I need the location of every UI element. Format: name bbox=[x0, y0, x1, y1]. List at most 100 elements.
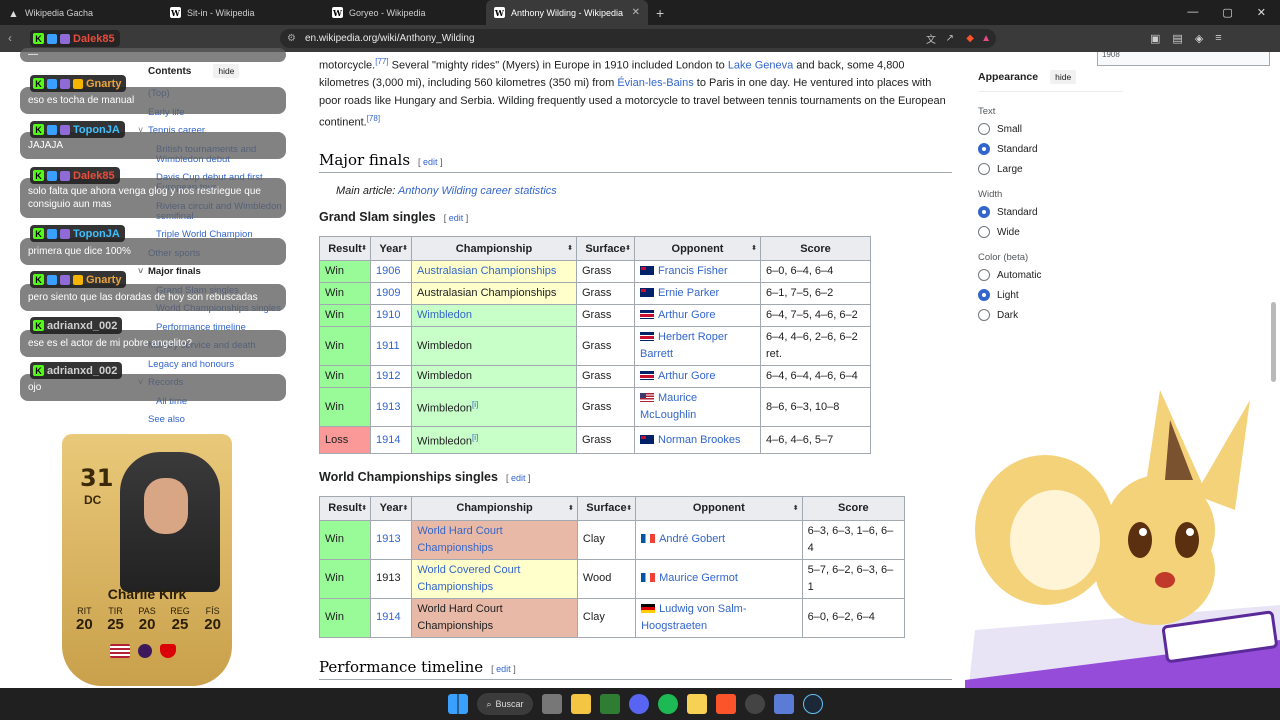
toc-item[interactable]: Major finals bbox=[138, 266, 290, 277]
appearance-hide-button[interactable]: hide bbox=[1050, 70, 1077, 84]
radio-button[interactable] bbox=[978, 123, 990, 135]
year-link[interactable]: 1909 bbox=[376, 287, 400, 299]
main-article-link[interactable]: Anthony Wilding career statistics bbox=[398, 185, 557, 197]
color-option[interactable]: Automatic bbox=[978, 269, 1123, 281]
discord-icon[interactable] bbox=[629, 694, 649, 714]
sort-icon[interactable]: ⬍ bbox=[567, 244, 573, 252]
column-header[interactable]: Opponent ⬍ bbox=[635, 495, 803, 521]
browser-tab[interactable]: W Goryeo - Wikipedia bbox=[324, 0, 486, 25]
browser-tab[interactable]: ▲ Wikipedia Gacha bbox=[0, 0, 162, 25]
link-evian[interactable]: Évian-les-Bains bbox=[617, 77, 693, 89]
toc-item[interactable]: Legacy and honours bbox=[148, 359, 290, 370]
share-icon[interactable]: ↗ bbox=[946, 33, 954, 44]
app2-icon[interactable] bbox=[774, 694, 794, 714]
sidebar-icon[interactable]: ▣ bbox=[1150, 32, 1160, 45]
browser-tab[interactable]: W Anthony Wilding - Wikipedia ✕ bbox=[486, 0, 648, 25]
color-option[interactable]: Dark bbox=[978, 309, 1123, 321]
year-link[interactable]: 1914 bbox=[376, 434, 400, 446]
vpn-icon[interactable]: ◈ bbox=[1195, 32, 1203, 45]
opponent-link[interactable]: Arthur Gore bbox=[658, 309, 715, 321]
radio-button[interactable] bbox=[978, 289, 990, 301]
search-button[interactable]: ⌕ Buscar bbox=[477, 693, 533, 715]
championship-link[interactable]: Australasian Championships bbox=[417, 265, 556, 277]
new-tab-icon[interactable]: + bbox=[648, 5, 672, 21]
championship-link[interactable]: World Covered Court Championships bbox=[417, 564, 520, 593]
year-link[interactable]: 1913 bbox=[376, 533, 400, 545]
opponent-link[interactable]: Ludwig von Salm-Hoogstraeten bbox=[641, 603, 746, 632]
link-lake-geneva[interactable]: Lake Geneva bbox=[728, 60, 793, 72]
edit-link[interactable]: edit bbox=[511, 473, 526, 483]
championship-link[interactable]: Wimbledon bbox=[417, 309, 472, 321]
brave-icon[interactable] bbox=[716, 694, 736, 714]
scrollbar[interactable] bbox=[1271, 302, 1276, 382]
app-icon[interactable] bbox=[600, 694, 620, 714]
sort-icon[interactable]: ⬍ bbox=[626, 504, 632, 512]
year-link[interactable]: 1912 bbox=[376, 370, 400, 382]
menu-icon[interactable]: ≡ bbox=[1215, 32, 1221, 45]
championship-link[interactable]: World Hard Court Championships bbox=[417, 525, 502, 554]
radio-button[interactable] bbox=[978, 206, 990, 218]
text-option[interactable]: Standard bbox=[978, 143, 1123, 155]
sort-icon[interactable]: ⬍ bbox=[402, 504, 408, 512]
opponent-link[interactable]: André Gobert bbox=[659, 533, 725, 545]
browser-tab[interactable]: W Sit-in - Wikipedia bbox=[162, 0, 324, 25]
column-header[interactable]: Score bbox=[801, 495, 906, 521]
start-icon[interactable] bbox=[448, 694, 468, 714]
opponent-link[interactable]: Norman Brookes bbox=[658, 434, 741, 446]
note-ref[interactable]: [i] bbox=[472, 433, 478, 442]
sort-icon[interactable]: ⬍ bbox=[793, 504, 799, 512]
back-icon[interactable]: ‹ bbox=[8, 31, 12, 45]
opponent-link[interactable]: Ernie Parker bbox=[658, 287, 719, 299]
site-settings-icon[interactable]: ⚙ bbox=[287, 33, 296, 44]
radio-button[interactable] bbox=[978, 226, 990, 238]
column-header[interactable]: Score bbox=[760, 236, 871, 262]
year-link[interactable]: 1906 bbox=[376, 265, 400, 277]
radio-button[interactable] bbox=[978, 143, 990, 155]
close-tab-icon[interactable]: ✕ bbox=[632, 7, 640, 18]
translate-icon[interactable]: 文 bbox=[926, 31, 936, 46]
radio-button[interactable] bbox=[978, 269, 990, 281]
sort-icon[interactable]: ⬍ bbox=[361, 244, 367, 252]
steam-icon[interactable] bbox=[803, 694, 823, 714]
year-link[interactable]: 1910 bbox=[376, 309, 400, 321]
minimize-icon[interactable]: — bbox=[1187, 6, 1198, 19]
column-header[interactable]: Surface ⬍ bbox=[576, 495, 637, 521]
edit-link[interactable]: edit bbox=[423, 157, 438, 167]
column-header[interactable]: Championship ⬍ bbox=[411, 495, 578, 521]
column-header[interactable]: Result ⬍ bbox=[319, 236, 371, 262]
toc-hide-button[interactable]: hide bbox=[213, 64, 240, 78]
column-header[interactable]: Year ⬍ bbox=[370, 495, 413, 521]
spotify-icon[interactable] bbox=[658, 694, 678, 714]
edit-link[interactable]: edit bbox=[496, 664, 511, 674]
edit-link[interactable]: edit bbox=[449, 213, 464, 223]
sort-icon[interactable]: ⬍ bbox=[751, 244, 757, 252]
column-header[interactable]: Result ⬍ bbox=[318, 495, 372, 521]
column-header[interactable]: Championship ⬍ bbox=[411, 236, 577, 262]
text-option[interactable]: Small bbox=[978, 123, 1123, 135]
radio-button[interactable] bbox=[978, 309, 990, 321]
maximize-icon[interactable]: ▢ bbox=[1222, 6, 1232, 19]
width-option[interactable]: Wide bbox=[978, 226, 1123, 238]
year-link[interactable]: 1911 bbox=[376, 340, 400, 352]
column-header[interactable]: Year ⬍ bbox=[370, 236, 412, 262]
width-option[interactable]: Standard bbox=[978, 206, 1123, 218]
rewards-icon[interactable]: ▲ bbox=[981, 33, 991, 44]
sort-icon[interactable]: ⬍ bbox=[402, 244, 408, 252]
opponent-link[interactable]: Francis Fisher bbox=[658, 265, 728, 277]
radio-button[interactable] bbox=[978, 163, 990, 175]
opponent-link[interactable]: Arthur Gore bbox=[658, 370, 715, 382]
obs-icon[interactable] bbox=[745, 694, 765, 714]
close-window-icon[interactable]: ✕ bbox=[1257, 6, 1266, 19]
note-ref[interactable]: [i] bbox=[472, 400, 478, 409]
sort-icon[interactable]: ⬍ bbox=[625, 244, 631, 252]
column-header[interactable]: Opponent ⬍ bbox=[634, 236, 761, 262]
file-explorer-icon[interactable] bbox=[571, 694, 591, 714]
wallet-icon[interactable]: ▤ bbox=[1172, 32, 1182, 45]
year-link[interactable]: 1913 bbox=[376, 401, 400, 413]
year-link[interactable]: 1914 bbox=[376, 611, 400, 623]
text-option[interactable]: Large bbox=[978, 163, 1123, 175]
color-option[interactable]: Light bbox=[978, 289, 1123, 301]
column-header[interactable]: Surface ⬍ bbox=[576, 236, 635, 262]
notes-icon[interactable] bbox=[687, 694, 707, 714]
address-bar[interactable]: ⚙ en.wikipedia.org/wiki/Anthony_Wilding … bbox=[280, 29, 996, 48]
